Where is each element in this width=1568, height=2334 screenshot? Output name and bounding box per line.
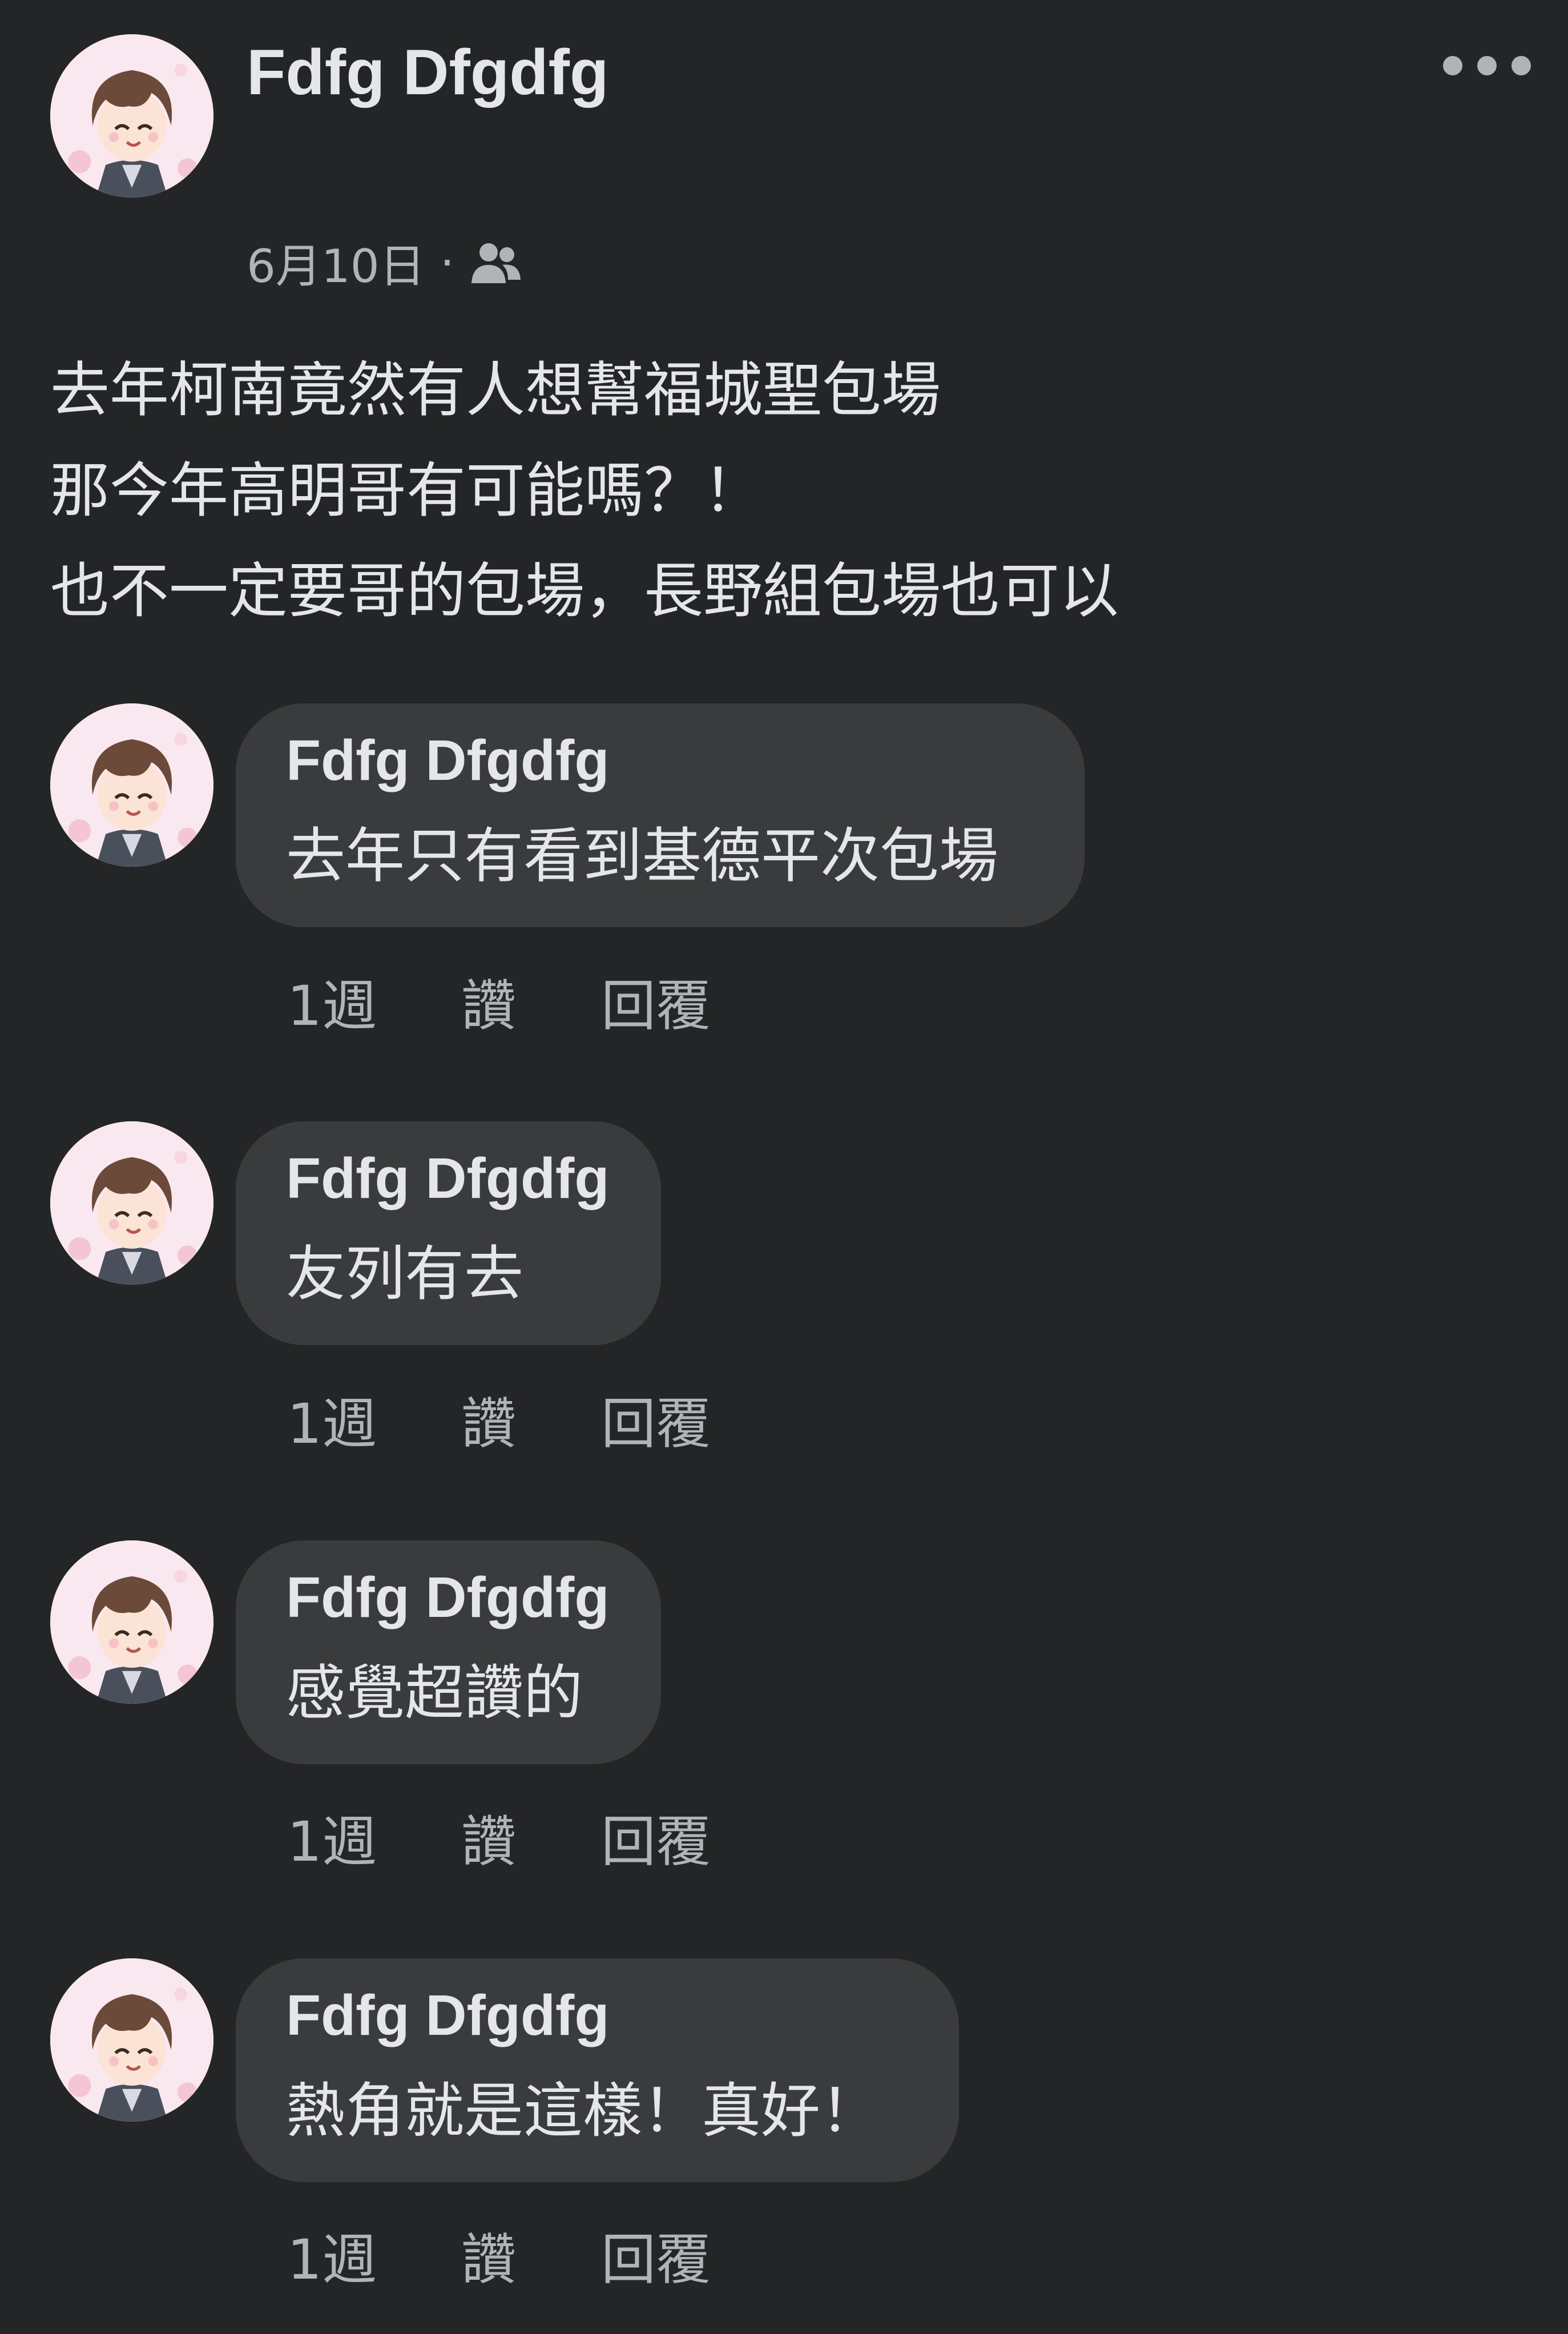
comment-author[interactable]: Fdfg Dfgdfg — [286, 727, 1034, 794]
comment-avatar[interactable] — [50, 1958, 213, 2122]
comment-author[interactable]: Fdfg Dfgdfg — [286, 1564, 611, 1631]
post-text: 去年柯南竟然有人想幫福城聖包場 那今年高明哥有可能嗎？！ 也不一定要哥的包場，長… — [50, 340, 1534, 641]
reply-button[interactable]: 回覆 — [601, 2215, 711, 2295]
more-options-button[interactable] — [1438, 46, 1535, 86]
more-options-icon — [1443, 56, 1531, 75]
comment-avatar[interactable] — [50, 1540, 213, 1704]
like-button[interactable]: 讚 — [461, 2215, 601, 2295]
comment-avatar[interactable] — [50, 703, 213, 867]
like-button[interactable]: 讚 — [461, 961, 601, 1041]
comment-avatar[interactable] — [50, 1121, 213, 1285]
comment-bubble[interactable]: Fdfg Dfgdfg 熱角就是這樣！真好！ — [236, 1958, 959, 2182]
post-text-line: 去年柯南竟然有人想幫福城聖包場 — [50, 355, 941, 425]
comment-bubble[interactable]: Fdfg Dfgdfg 感覺超讚的 — [236, 1540, 661, 1764]
comment-text: 感覺超讚的 — [286, 1658, 583, 1728]
comment-bubble[interactable]: Fdfg Dfgdfg 友列有去 — [236, 1121, 661, 1345]
comment-text: 熱角就是這樣！真好！ — [286, 2076, 880, 2146]
post-author-avatar[interactable] — [50, 34, 213, 198]
comment-text: 去年只有看到基德平次包場 — [286, 821, 999, 891]
comment-author[interactable]: Fdfg Dfgdfg — [286, 1982, 909, 2049]
post-author-name[interactable]: Fdfg Dfgdfg — [247, 35, 608, 110]
comment-bubble[interactable]: Fdfg Dfgdfg 去年只有看到基德平次包場 — [236, 703, 1085, 927]
comment-time[interactable]: 1週 — [287, 1379, 461, 1459]
meta-separator: · — [440, 236, 455, 289]
reply-button[interactable]: 回覆 — [601, 1379, 711, 1459]
post-date[interactable]: 6月10日 — [247, 230, 425, 296]
comment-actions: 1週 讚 回覆 — [287, 1800, 711, 1874]
comment-actions: 1週 讚 回覆 — [287, 2218, 711, 2292]
like-button[interactable]: 讚 — [461, 1379, 601, 1459]
comment-actions: 1週 讚 回覆 — [287, 964, 711, 1038]
post-text-line: 也不一定要哥的包場，長野組包場也可以 — [50, 556, 1119, 626]
friends-icon[interactable] — [469, 240, 522, 285]
post-meta: 6月10日 · — [247, 234, 522, 293]
comment-time[interactable]: 1週 — [287, 961, 461, 1041]
comment-time[interactable]: 1週 — [287, 1797, 461, 1877]
post-text-line: 那今年高明哥有可能嗎？！ — [50, 456, 763, 525]
comment-actions: 1週 讚 回覆 — [287, 1382, 711, 1456]
comment-time[interactable]: 1週 — [287, 2215, 461, 2295]
reply-button[interactable]: 回覆 — [601, 1797, 711, 1877]
reply-button[interactable]: 回覆 — [601, 961, 711, 1041]
like-button[interactable]: 讚 — [461, 1797, 601, 1877]
comment-author[interactable]: Fdfg Dfgdfg — [286, 1145, 611, 1212]
comment-text: 友列有去 — [286, 1239, 524, 1309]
